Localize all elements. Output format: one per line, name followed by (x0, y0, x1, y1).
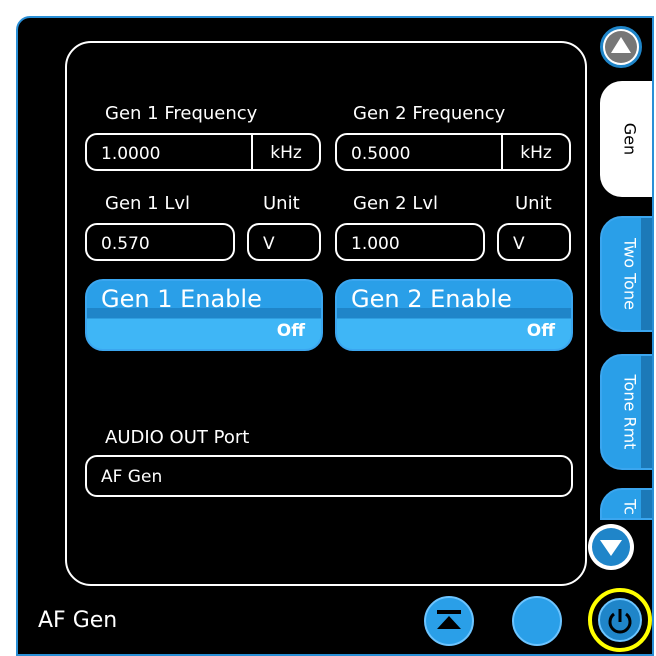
gen2-enable-state: Off (526, 321, 555, 341)
blank-button[interactable] (512, 596, 562, 646)
gen2-frequency-label: Gen 2 Frequency (353, 103, 506, 124)
gen2-unit-label: Unit (515, 193, 552, 214)
power-button[interactable] (588, 588, 652, 652)
tab-partial-label: Tc (620, 498, 640, 515)
gen2-frequency-unit[interactable]: kHz (501, 135, 569, 169)
gen2-frequency-unit-text: kHz (520, 143, 552, 163)
scroll-down-icon (592, 528, 630, 566)
gen2-level-label: Gen 2 Lvl (353, 193, 439, 214)
gen-settings-panel: Gen 1 Frequency 1.0000 kHz Gen 2 Frequen… (65, 41, 587, 586)
gen1-unit-select[interactable]: V (247, 223, 321, 261)
gen2-level-field[interactable]: 1.000 (335, 223, 485, 261)
gen1-level-label: Gen 1 Lvl (105, 193, 191, 214)
scroll-down-button[interactable] (588, 524, 634, 570)
gen1-frequency-field[interactable]: 1.0000 kHz (85, 133, 321, 171)
gen1-enable-button[interactable]: Gen 1 Enable Off (85, 279, 323, 351)
audio-out-port-label: AUDIO OUT Port (105, 427, 250, 448)
collapse-button[interactable] (424, 596, 474, 646)
gen1-frequency-unit[interactable]: kHz (251, 135, 319, 169)
gen2-enable-button[interactable]: Gen 2 Enable Off (335, 279, 573, 351)
tab-partial[interactable]: Tc (600, 488, 652, 520)
gen1-frequency-label: Gen 1 Frequency (105, 103, 258, 124)
scroll-up-icon (605, 31, 637, 63)
power-icon (608, 609, 632, 634)
gen1-frequency-unit-text: kHz (270, 143, 302, 163)
gen1-unit-label: Unit (263, 193, 300, 214)
instrument-window: Gen 1 Frequency 1.0000 kHz Gen 2 Frequen… (16, 16, 654, 656)
gen1-level-value: 0.570 (101, 234, 150, 254)
gen1-enable-state: Off (276, 321, 305, 341)
tab-two-tone[interactable]: Two Tone (600, 216, 652, 332)
gen1-enable-label: Gen 1 Enable (101, 285, 262, 313)
gen2-unit-select[interactable]: V (497, 223, 571, 261)
scroll-up-button[interactable] (600, 26, 642, 68)
gen2-unit-value: V (513, 234, 525, 254)
audio-out-port-select[interactable]: AF Gen (85, 455, 573, 497)
audio-out-port-value: AF Gen (101, 467, 163, 487)
tab-two-tone-label: Two Tone (620, 238, 640, 310)
power-button-face (598, 598, 642, 642)
gen1-unit-value: V (263, 234, 275, 254)
gen2-enable-label: Gen 2 Enable (351, 285, 512, 313)
tab-gen[interactable]: Gen (600, 81, 652, 197)
gen2-frequency-value: 0.5000 (351, 144, 411, 164)
gen2-level-value: 1.000 (351, 234, 400, 254)
gen1-level-field[interactable]: 0.570 (85, 223, 235, 261)
gen1-frequency-value: 1.0000 (101, 144, 161, 164)
footer-title: AF Gen (38, 608, 118, 633)
tab-gen-label: Gen (620, 122, 640, 156)
gen2-frequency-field[interactable]: 0.5000 kHz (335, 133, 571, 171)
tab-tone-rmt[interactable]: Tone Rmt (600, 354, 652, 470)
tab-tone-rmt-label: Tone Rmt (620, 374, 640, 450)
collapse-icon (437, 610, 461, 629)
